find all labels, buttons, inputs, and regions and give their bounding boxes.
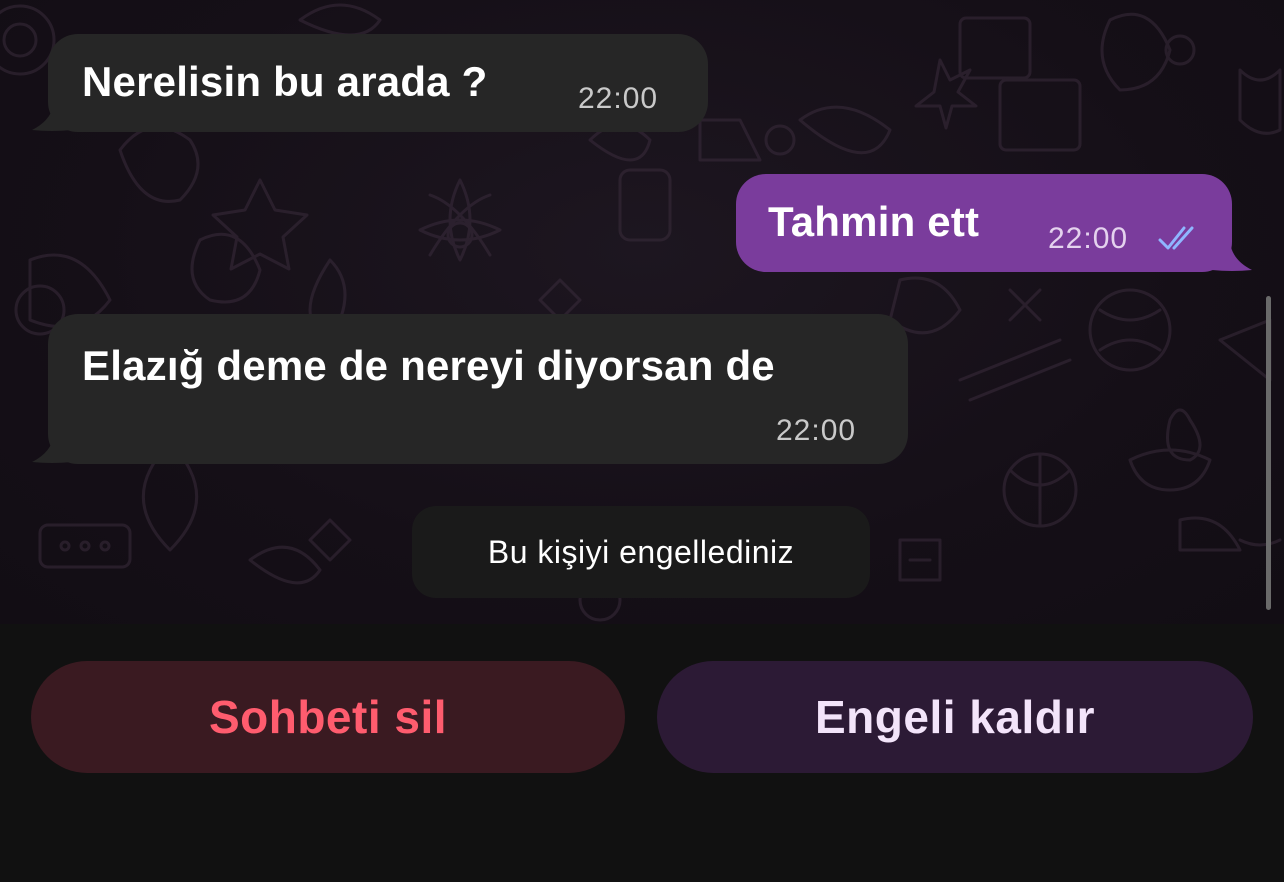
double-check-icon bbox=[1158, 226, 1194, 250]
delete-chat-button[interactable]: Sohbeti sil bbox=[31, 661, 625, 773]
message-text: Nerelisin bu arada ? bbox=[82, 58, 488, 105]
bubble-tail bbox=[1212, 242, 1252, 271]
blocked-notice: Bu kişiyi engellediniz bbox=[412, 506, 870, 598]
message-time: 22:00 bbox=[1048, 222, 1129, 255]
scrollbar[interactable] bbox=[1266, 296, 1271, 610]
unblock-button[interactable]: Engeli kaldır bbox=[657, 661, 1253, 773]
blocked-actions-bar: Sohbeti sil Engeli kaldır bbox=[0, 624, 1284, 882]
message-time: 22:00 bbox=[776, 414, 857, 447]
incoming-message[interactable]: Nerelisin bu arada ? 22:00 bbox=[48, 34, 708, 132]
chat-screen: Nerelisin bu arada ? 22:00 Tahmin ett 22… bbox=[0, 0, 1284, 882]
bubble-tail bbox=[32, 102, 72, 131]
outgoing-message[interactable]: Tahmin ett 22:00 bbox=[736, 174, 1232, 272]
incoming-message[interactable]: Elazığ deme de nereyi diyorsan de 22:00 bbox=[48, 314, 908, 464]
message-list[interactable]: Nerelisin bu arada ? 22:00 Tahmin ett 22… bbox=[0, 0, 1284, 624]
message-time: 22:00 bbox=[578, 82, 659, 115]
message-text: Elazığ deme de nereyi diyorsan de bbox=[82, 342, 775, 389]
message-text: Tahmin ett bbox=[768, 198, 980, 245]
bubble-tail bbox=[32, 434, 72, 463]
